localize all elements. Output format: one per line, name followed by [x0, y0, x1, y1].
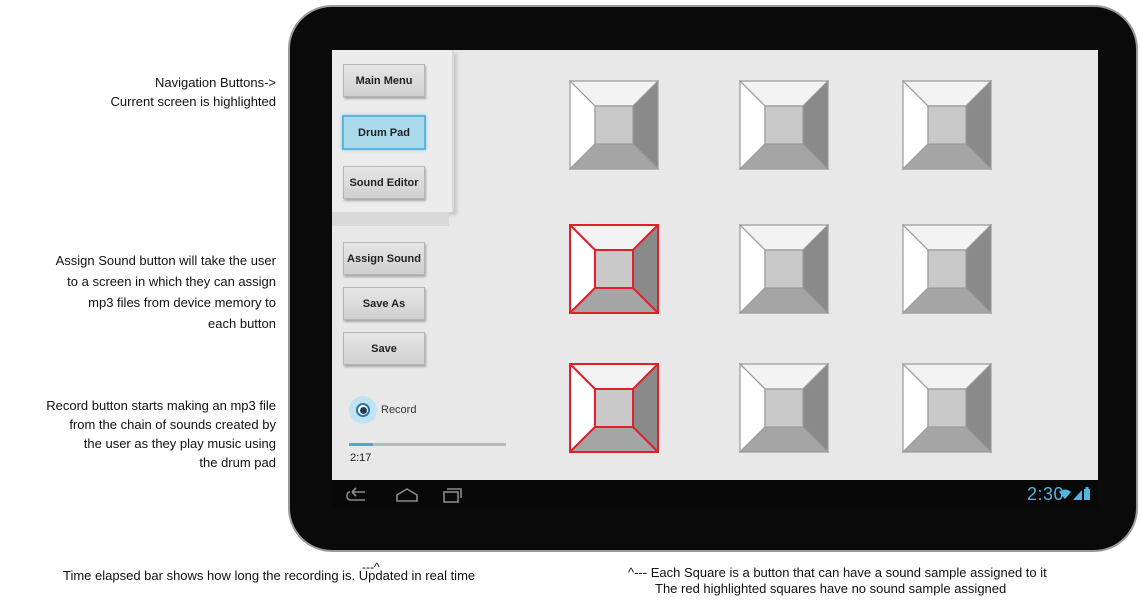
save-button[interactable]: Save — [343, 332, 425, 365]
annotation-line: each button — [208, 316, 276, 331]
annotation-line: Record button starts making an mp3 file — [46, 398, 276, 413]
annotation-line: mp3 files from device memory to — [88, 295, 276, 310]
navigation-panel-divider — [332, 212, 449, 226]
time-elapsed-fill — [349, 443, 373, 446]
annotation-line: to a screen in which they can assign — [67, 274, 276, 289]
annotation-line: Navigation Buttons-> — [154, 75, 276, 90]
drum-pad[interactable] — [739, 363, 829, 453]
drum-pad-unassigned[interactable] — [569, 224, 659, 314]
drum-pad[interactable] — [902, 80, 992, 170]
drum-pad-button[interactable]: Drum Pad — [342, 115, 426, 150]
main-menu-button[interactable]: Main Menu — [343, 64, 425, 97]
record-control[interactable]: Record — [349, 396, 416, 424]
annotation-line: from the chain of sounds created by — [69, 417, 276, 432]
drum-pad[interactable] — [569, 80, 659, 170]
wifi-icon — [1059, 489, 1071, 499]
time-annotation: Time elapsed bar shows how long the reco… — [63, 568, 476, 583]
save-as-button[interactable]: Save As — [343, 287, 425, 320]
signal-icon — [1073, 490, 1082, 500]
nav-annotation: Navigation Buttons-> Current screen is h… — [111, 73, 276, 111]
assign-annotation: Assign Sound button will take the user t… — [56, 250, 276, 334]
system-navigation-bar: 2:30 — [332, 480, 1098, 509]
home-icon[interactable] — [394, 487, 420, 503]
battery-icon — [1084, 487, 1090, 500]
time-elapsed-bar — [349, 443, 506, 446]
squares-annotation: ^--- Each Square is a button that can ha… — [628, 565, 1047, 597]
annotation-line: ^--- Each Square is a button that can ha… — [628, 565, 1047, 580]
back-icon[interactable] — [345, 487, 369, 503]
time-elapsed-label: 2:17 — [350, 452, 372, 464]
record-icon-dot — [359, 406, 367, 414]
sound-editor-button[interactable]: Sound Editor — [343, 166, 425, 199]
record-icon[interactable] — [349, 396, 377, 424]
drum-pad[interactable] — [902, 363, 992, 453]
assign-sound-button[interactable]: Assign Sound — [343, 242, 425, 275]
annotation-line: Assign Sound button will take the user — [55, 253, 276, 268]
record-label: Record — [381, 404, 417, 416]
annotation-line: the user as they play music using — [83, 436, 276, 451]
app-screen: Main Menu Drum Pad Sound Editor Assign S… — [332, 50, 1098, 509]
recent-apps-icon[interactable] — [442, 487, 464, 503]
drum-pad[interactable] — [902, 224, 992, 314]
annotation-line: the drum pad — [199, 455, 276, 470]
annotation-line: The red highlighted squares have no soun… — [655, 581, 1007, 596]
drum-pad[interactable] — [739, 80, 829, 170]
status-icons — [1059, 487, 1090, 500]
record-annotation: Record button starts making an mp3 file … — [46, 396, 276, 472]
drum-pad[interactable] — [739, 224, 829, 314]
annotation-line: Current screen is highlighted — [110, 94, 276, 109]
drum-pad-unassigned[interactable] — [569, 363, 659, 453]
record-icon-ring — [356, 403, 370, 417]
